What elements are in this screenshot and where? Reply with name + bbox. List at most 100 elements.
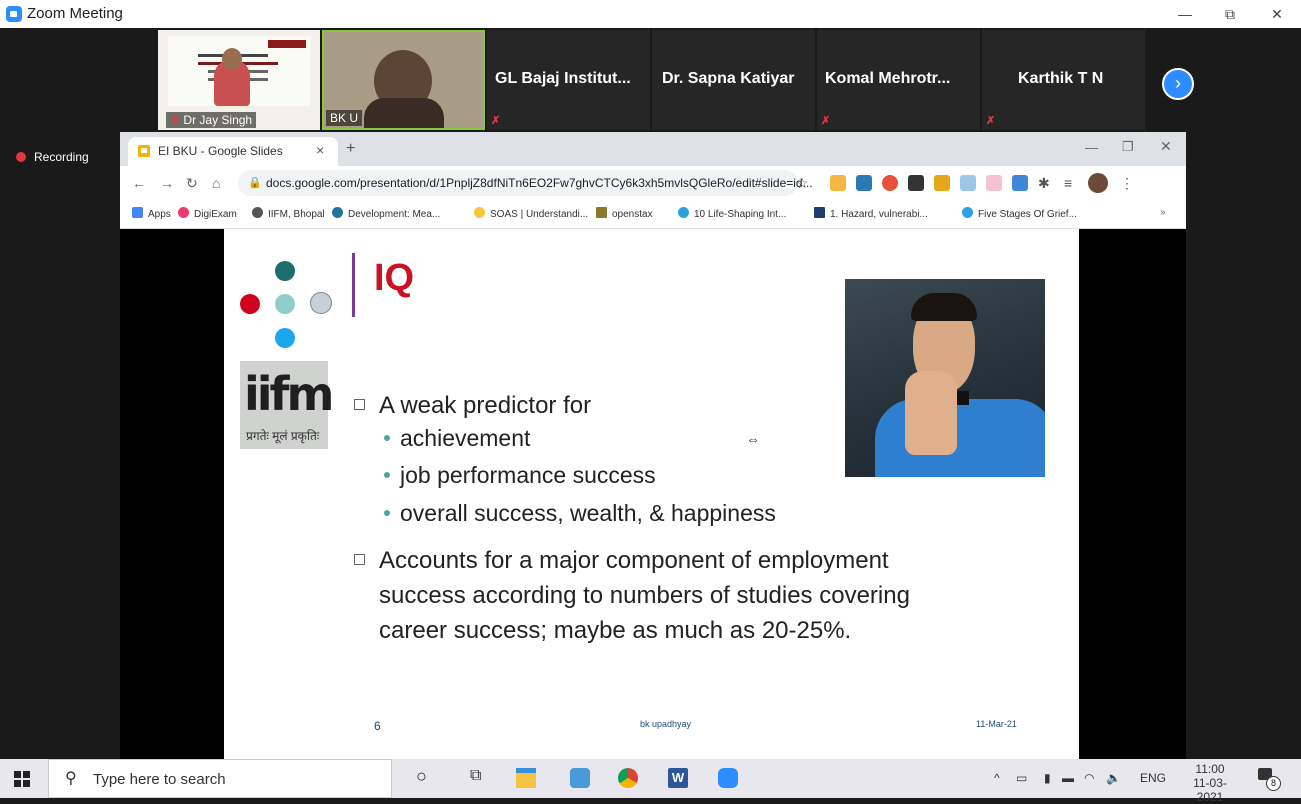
bookmark-star-icon[interactable]: ☆ <box>796 175 809 192</box>
bookmark-item[interactable]: SOAS | Understandi... <box>474 207 588 220</box>
chrome-icon[interactable] <box>618 768 638 788</box>
minimize-icon[interactable]: — <box>1085 140 1098 155</box>
openstax-icon <box>596 207 607 218</box>
usb-icon[interactable]: ▮ <box>1044 771 1051 785</box>
participant-tile[interactable]: ✗ Dr Jay Singh <box>158 30 320 130</box>
recording-indicator[interactable]: Recording <box>16 150 89 164</box>
network-tray-icon[interactable]: ▭ <box>1016 771 1027 785</box>
close-button[interactable]: ✕ <box>1262 4 1292 24</box>
chevron-up-icon[interactable]: ^ <box>994 771 1000 785</box>
people-icon <box>678 207 689 218</box>
decorative-dot <box>275 261 295 281</box>
reload-icon[interactable]: ↻ <box>186 175 198 192</box>
muted-mic-icon: ✗ <box>170 113 181 127</box>
zoom-logo-icon <box>6 6 22 22</box>
bookmark-item[interactable]: 10 Life-Shaping Int... <box>678 207 786 220</box>
minimize-button[interactable]: — <box>1170 4 1200 24</box>
wordpress-icon <box>332 207 343 218</box>
wifi-icon[interactable]: ◠ <box>1084 771 1094 785</box>
bookmark-item[interactable]: IIFM, Bhopal <box>252 207 325 220</box>
slides-favicon-icon <box>138 145 150 157</box>
action-center-icon[interactable]: 8 <box>1258 768 1281 791</box>
extension-icon[interactable] <box>830 175 846 191</box>
bookmark-item[interactable]: 1. Hazard, vulnerabi... <box>814 207 928 220</box>
decorative-dot <box>275 294 295 314</box>
home-icon[interactable]: ⌂ <box>212 175 220 191</box>
extension-icon[interactable] <box>960 175 976 191</box>
task-view-icon[interactable]: ⧉ <box>470 767 490 787</box>
sub-bullet: job performance success <box>384 462 656 489</box>
participant-tile[interactable]: Karthik T N ✗ <box>982 30 1145 130</box>
muted-mic-icon: ✗ <box>986 115 996 127</box>
tab-close-icon[interactable]: × <box>316 142 324 158</box>
participant-name: Dr. Sapna Katiyar <box>662 70 795 87</box>
participant-tile-active-speaker[interactable]: BK U <box>322 30 485 130</box>
extension-icon[interactable] <box>934 175 950 191</box>
decorative-dot <box>310 292 332 314</box>
zoom-taskbar-icon[interactable] <box>718 768 738 788</box>
clock-date: 11-03-2021 <box>1193 776 1227 804</box>
sub-bullet: overall success, wealth, & happiness <box>384 500 776 527</box>
more-bookmarks-icon[interactable]: » <box>1160 207 1166 218</box>
ut-icon <box>814 207 825 218</box>
square-bullet-icon <box>354 554 365 565</box>
taskbar-search-box[interactable]: ⚲ Type here to search <box>48 759 392 798</box>
participant-name-tag: ✗ Dr Jay Singh <box>166 112 257 128</box>
bookmark-item[interactable]: openstax <box>596 207 653 220</box>
participant-tile[interactable]: Dr. Sapna Katiyar <box>652 30 815 130</box>
tab-title: EI BKU - Google Slides <box>158 144 283 158</box>
url-text: docs.google.com/presentation/d/1PnpljZ8d… <box>266 176 813 190</box>
close-icon[interactable]: ✕ <box>1160 138 1172 155</box>
bookmark-item[interactable]: DigiExam <box>178 207 237 220</box>
extension-icon[interactable] <box>882 175 898 191</box>
slide-title: IQ <box>374 257 415 299</box>
extension-icon[interactable] <box>856 175 872 191</box>
zoom-title-bar: Zoom Meeting — ⧉ ✕ <box>0 0 1301 28</box>
soas-icon <box>474 207 485 218</box>
participant-name-tag: BK U <box>326 110 363 126</box>
browser-tab[interactable]: EI BKU - Google Slides × <box>128 137 338 166</box>
participant-name: Karthik T N <box>1018 70 1104 87</box>
extensions-puzzle-icon[interactable]: ✱ <box>1038 175 1050 192</box>
iifm-logo: iifm प्रगतेः मूलं प्रकृतिः <box>240 361 335 449</box>
profile-avatar[interactable] <box>1088 173 1108 193</box>
participant-tile[interactable]: Komal Mehrotr... ✗ <box>817 30 980 130</box>
spock-photo <box>845 279 1045 477</box>
url-bar[interactable]: 🔒 docs.google.com/presentation/d/1PnpljZ… <box>238 170 813 196</box>
maximize-button[interactable]: ⧉ <box>1215 4 1245 24</box>
digiexam-icon <box>178 207 189 218</box>
address-bar-row: ← → ↻ ⌂ 🔒 docs.google.com/presentation/d… <box>120 166 1186 200</box>
bookmark-apps[interactable]: Apps <box>132 207 171 220</box>
windows-start-icon[interactable] <box>14 771 30 787</box>
language-indicator[interactable]: ENG <box>1140 771 1166 785</box>
bookmark-item[interactable]: Development: Mea... <box>332 207 440 220</box>
forward-arrow-icon[interactable]: → <box>160 175 174 191</box>
extension-icon[interactable] <box>908 175 924 191</box>
network-app-icon[interactable] <box>570 768 590 788</box>
bullet-weak-predictor: A weak predictor for <box>354 392 591 420</box>
reading-list-icon[interactable]: ≡ <box>1064 175 1072 191</box>
cortana-icon[interactable]: ○ <box>416 766 436 786</box>
participant-tile[interactable]: GL Bajaj Institut... ✗ <box>487 30 650 130</box>
globe-icon <box>252 207 263 218</box>
extension-icon[interactable] <box>1012 175 1028 191</box>
back-arrow-icon[interactable]: ← <box>132 175 146 191</box>
next-page-arrow-icon[interactable]: › <box>1162 68 1194 100</box>
window-title: Zoom Meeting <box>27 5 123 22</box>
record-dot-icon <box>16 152 26 162</box>
square-bullet-icon <box>354 399 365 410</box>
volume-icon[interactable]: 🔈 <box>1106 771 1121 785</box>
bookmark-item[interactable]: Five Stages Of Grief... <box>962 207 1077 220</box>
file-explorer-icon[interactable] <box>516 768 536 788</box>
restore-icon[interactable]: ❐ <box>1122 139 1134 155</box>
decorative-dot <box>240 294 260 314</box>
battery-icon[interactable]: ▬ <box>1062 771 1074 785</box>
lock-icon: 🔒 <box>248 177 262 189</box>
new-tab-icon[interactable]: + <box>346 140 355 158</box>
menu-kebab-icon[interactable]: ⋮ <box>1120 175 1134 192</box>
word-icon[interactable]: W <box>668 768 688 788</box>
extension-icon[interactable] <box>986 175 1002 191</box>
muted-mic-icon: ✗ <box>821 115 831 127</box>
slide-author: bk upadhyay <box>640 719 692 729</box>
notification-count: 8 <box>1266 776 1281 791</box>
